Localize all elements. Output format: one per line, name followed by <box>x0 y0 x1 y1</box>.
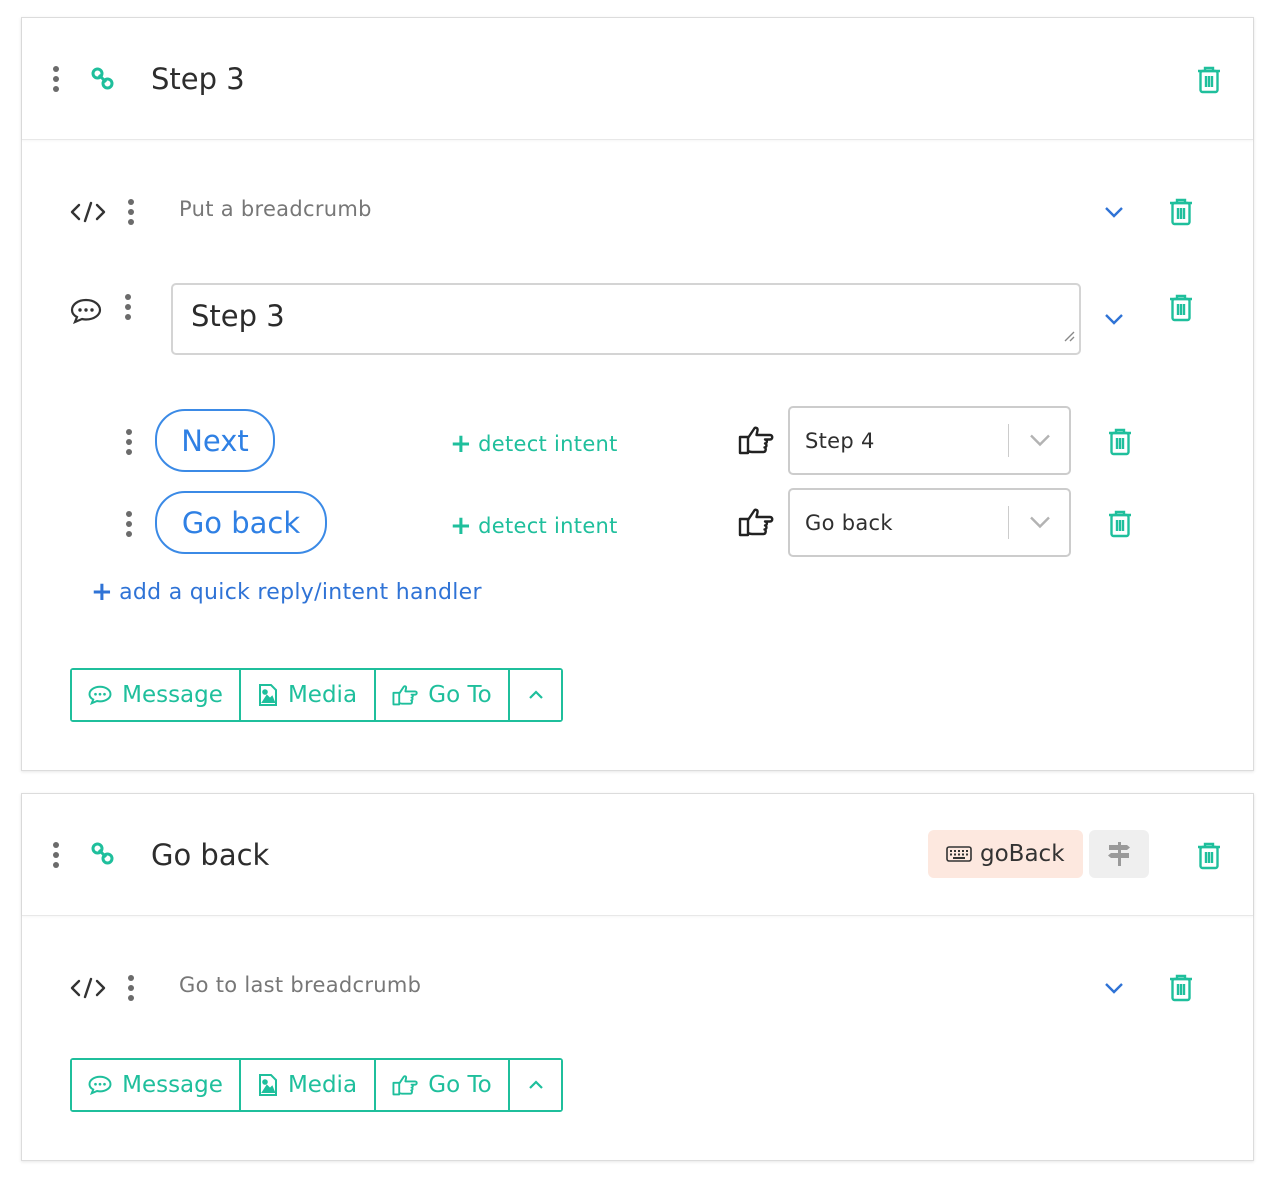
add-media-button[interactable]: Media <box>241 1060 376 1110</box>
plus-icon: + <box>450 511 473 541</box>
goto-button-label: Go To <box>428 1072 492 1098</box>
trash-icon[interactable] <box>1197 66 1221 94</box>
message-button-label: Message <box>122 1072 223 1098</box>
detect-intent-link[interactable]: + detect intent <box>450 513 618 539</box>
image-icon <box>258 1074 277 1096</box>
goto-select-value: Step 4 <box>805 428 875 453</box>
code-icon <box>70 977 106 999</box>
flow-card-go-back: Go back goBack Go to last breadcrumb Mes… <box>21 793 1254 1161</box>
chevron-down-icon[interactable] <box>1104 313 1124 325</box>
goto-select-value: Go back <box>805 510 893 535</box>
drag-handle-icon[interactable] <box>127 975 135 1001</box>
drag-handle-icon[interactable] <box>127 199 135 225</box>
more-steps-button[interactable] <box>510 1060 561 1110</box>
fallback-toggle-button[interactable] <box>1089 830 1149 878</box>
chat-bubble-icon <box>88 1075 112 1095</box>
card-title: Go back <box>151 838 270 872</box>
signpost-icon <box>1108 842 1130 866</box>
detect-intent-label: detect intent <box>478 514 618 538</box>
media-button-label: Media <box>287 682 358 708</box>
pointing-hand-icon <box>738 425 774 455</box>
link-icon <box>91 67 115 91</box>
chevron-down-icon[interactable] <box>1104 982 1124 994</box>
trash-icon[interactable] <box>1169 198 1193 226</box>
add-quick-reply-label: add a quick reply/intent handler <box>119 579 482 605</box>
code-icon <box>70 201 106 223</box>
trash-icon[interactable] <box>1108 510 1132 538</box>
image-icon <box>258 684 277 706</box>
card-header: Step 3 <box>22 18 1253 140</box>
message-text: Step 3 <box>191 299 285 333</box>
quick-reply-go-back[interactable]: Go back <box>155 491 327 554</box>
trash-icon[interactable] <box>1169 294 1193 322</box>
chevron-down-icon[interactable] <box>1029 513 1051 532</box>
goto-select[interactable]: Go back <box>788 488 1071 557</box>
chevron-up-icon <box>528 1080 543 1089</box>
chat-bubble-icon <box>88 685 112 705</box>
resize-grip-icon[interactable] <box>1063 315 1075 349</box>
code-step-text[interactable]: Go to last breadcrumb <box>179 973 421 997</box>
goto-select[interactable]: Step 4 <box>788 406 1071 475</box>
add-goto-button[interactable]: Go To <box>376 1060 510 1110</box>
add-message-button[interactable]: Message <box>72 1060 241 1110</box>
drag-handle-icon[interactable] <box>125 429 133 455</box>
pointing-hand-icon <box>392 1075 418 1096</box>
add-quick-reply-link[interactable]: + add a quick reply/intent handler <box>91 579 482 605</box>
chat-bubble-icon <box>70 298 102 324</box>
goto-button-label: Go To <box>428 682 492 708</box>
plus-icon: + <box>450 429 473 459</box>
add-goto-button[interactable]: Go To <box>376 670 510 720</box>
card-title: Step 3 <box>151 62 245 96</box>
keyboard-icon <box>946 846 972 862</box>
pointing-hand-icon <box>738 507 774 537</box>
drag-handle-icon[interactable] <box>52 66 60 92</box>
flow-card-step-3: Step 3 Put a breadcrumb Step 3 Next + de… <box>21 17 1254 771</box>
add-message-button[interactable]: Message <box>72 670 241 720</box>
more-steps-button[interactable] <box>510 670 561 720</box>
trash-icon[interactable] <box>1108 428 1132 456</box>
add-step-toolbar: Message Media Go To <box>70 1058 563 1112</box>
select-divider <box>1008 506 1009 539</box>
pointing-hand-icon <box>392 685 418 706</box>
detect-intent-link[interactable]: + detect intent <box>450 431 618 457</box>
message-textarea[interactable]: Step 3 <box>171 283 1081 355</box>
card-header: Go back goBack <box>22 794 1253 916</box>
chevron-up-icon <box>528 690 543 699</box>
drag-handle-icon[interactable] <box>124 294 132 320</box>
media-button-label: Media <box>287 1072 358 1098</box>
add-step-toolbar: Message Media Go To <box>70 668 563 722</box>
select-divider <box>1008 424 1009 457</box>
intent-badge-label: goBack <box>980 841 1065 867</box>
code-step-text[interactable]: Put a breadcrumb <box>179 197 372 221</box>
chevron-down-icon[interactable] <box>1104 206 1124 218</box>
add-media-button[interactable]: Media <box>241 670 376 720</box>
plus-icon: + <box>91 577 114 607</box>
drag-handle-icon[interactable] <box>52 842 60 868</box>
intent-badge[interactable]: goBack <box>928 830 1083 878</box>
message-button-label: Message <box>122 682 223 708</box>
drag-handle-icon[interactable] <box>125 511 133 537</box>
quick-reply-next[interactable]: Next <box>155 409 275 472</box>
trash-icon[interactable] <box>1197 842 1221 870</box>
detect-intent-label: detect intent <box>478 432 618 456</box>
link-icon <box>91 842 115 866</box>
chevron-down-icon[interactable] <box>1029 431 1051 450</box>
trash-icon[interactable] <box>1169 974 1193 1002</box>
